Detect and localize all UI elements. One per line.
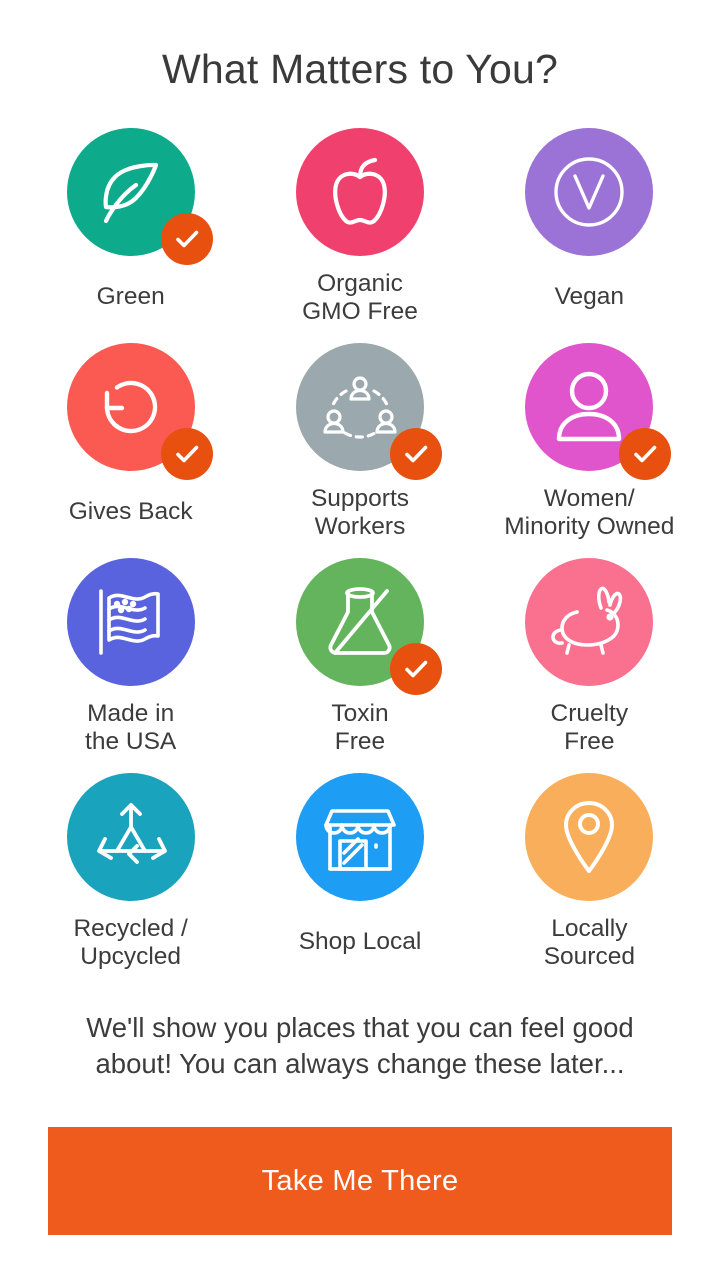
preference-option[interactable]: Toxin Free — [245, 558, 474, 773]
preference-label: Toxin Free — [331, 700, 389, 756]
preference-option[interactable]: Green — [16, 128, 245, 343]
preference-icon-wrap[interactable] — [525, 128, 654, 257]
preference-icon-wrap[interactable] — [66, 558, 195, 687]
preference-icon-wrap[interactable] — [295, 773, 424, 902]
storefront-icon — [295, 773, 424, 902]
onboarding-preferences-screen: What Matters to You? Green Organic GMO Fre… — [0, 0, 720, 1281]
preference-label: Cruelty Free — [550, 700, 629, 756]
apple-icon — [295, 128, 424, 257]
preference-label: Organic GMO Free — [302, 270, 418, 326]
take-me-there-button[interactable]: Take Me There — [48, 1127, 672, 1235]
preference-icon-wrap[interactable] — [66, 343, 213, 481]
preference-icon-wrap[interactable] — [66, 773, 195, 902]
check-icon — [619, 428, 672, 481]
preference-option[interactable]: Gives Back — [16, 343, 245, 558]
preference-option[interactable]: Women/Minority Owned — [475, 343, 704, 558]
preference-label: Shop Local — [298, 928, 422, 956]
preference-label: Supports Workers — [310, 485, 410, 541]
preference-label: Locally Sourced — [543, 915, 635, 971]
preference-option[interactable]: Vegan — [475, 128, 704, 343]
preference-icon-wrap[interactable] — [295, 558, 442, 696]
check-icon — [160, 213, 213, 266]
preference-label: Gives Back — [68, 498, 193, 526]
page-title: What Matters to You? — [161, 46, 558, 92]
preference-icon-wrap[interactable] — [66, 128, 213, 266]
vegan-v-icon — [525, 128, 654, 257]
preference-icon-wrap[interactable] — [295, 343, 442, 481]
preference-label: Green — [96, 283, 165, 311]
preference-option[interactable]: Cruelty Free — [475, 558, 704, 773]
preference-icon-wrap[interactable] — [525, 343, 672, 481]
preference-option[interactable]: Supports Workers — [245, 343, 474, 558]
preference-option[interactable]: Recycled / Upcycled — [16, 773, 245, 988]
usa-flag-icon — [66, 558, 195, 687]
recycle-icon — [66, 773, 195, 902]
check-icon — [389, 643, 442, 696]
preference-label: Made in the USA — [85, 700, 177, 756]
preference-option[interactable]: Locally Sourced — [475, 773, 704, 988]
cta-container: Take Me There — [48, 1127, 672, 1235]
footer-note: We'll show you places that you can feel … — [86, 1012, 634, 1080]
preference-label: Recycled / Upcycled — [73, 915, 188, 971]
check-icon — [160, 428, 213, 481]
preference-icon-wrap[interactable] — [525, 558, 654, 687]
map-pin-icon — [525, 773, 654, 902]
preference-icon-wrap[interactable] — [295, 128, 424, 257]
check-icon — [389, 428, 442, 481]
preferences-grid: Green Organic GMO Free Vegan Gives Back Suppo… — [0, 128, 720, 988]
rabbit-icon — [525, 558, 654, 687]
preference-option[interactable]: Made in the USA — [16, 558, 245, 773]
preference-option[interactable]: Organic GMO Free — [245, 128, 474, 343]
preference-icon-wrap[interactable] — [525, 773, 654, 902]
preference-label: Vegan — [554, 283, 625, 311]
preference-option[interactable]: Shop Local — [245, 773, 474, 988]
preference-label: Women/Minority Owned — [504, 485, 675, 541]
